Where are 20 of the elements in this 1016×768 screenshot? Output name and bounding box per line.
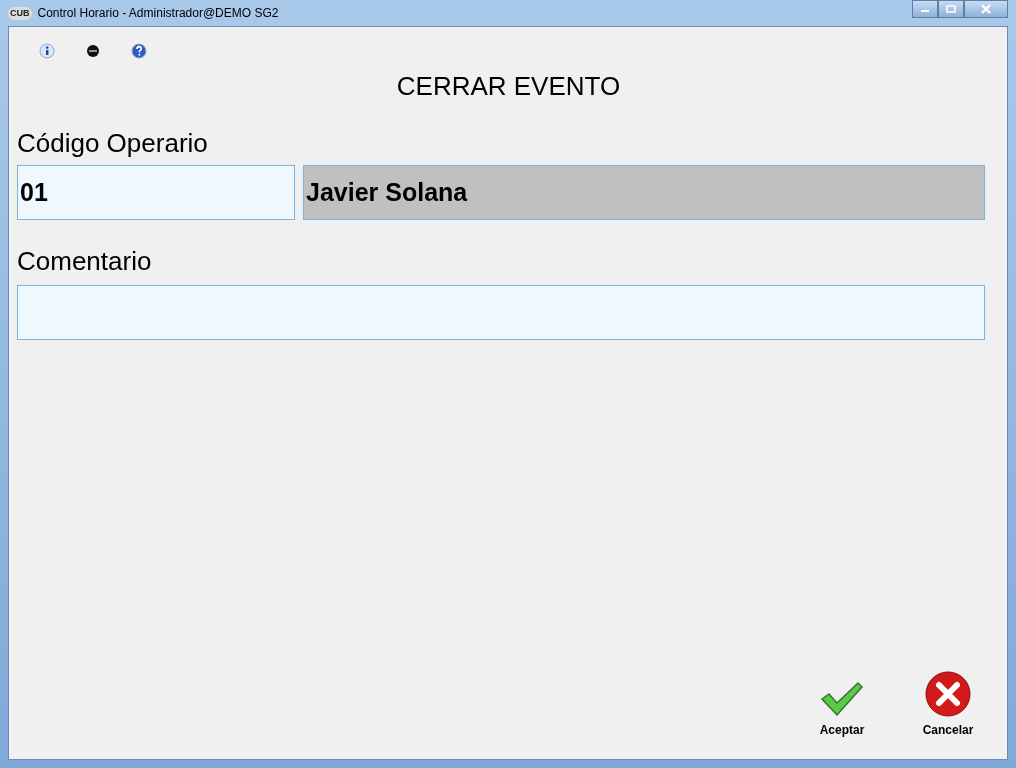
minimize-button[interactable] (912, 0, 938, 18)
action-button[interactable]: Aceptar (809, 671, 875, 737)
comment-field[interactable] (17, 285, 985, 340)
field-label: Comentario (17, 246, 153, 277)
info-icon[interactable] (39, 43, 55, 59)
checkmark-icon (820, 681, 864, 717)
action-button[interactable]: Cancelar (915, 671, 981, 737)
maximize-button[interactable] (938, 0, 964, 18)
stop-icon[interactable] (85, 43, 101, 59)
help-icon[interactable] (131, 43, 147, 59)
close-button[interactable] (964, 0, 1008, 18)
maximize-icon (946, 5, 956, 13)
window-title: Control Horario - Administrador@DEMO SG2 (37, 6, 280, 20)
operator-code-field[interactable]: 01 (17, 165, 295, 220)
cancel-icon (925, 671, 971, 717)
form-heading: CERRAR EVENTO (395, 71, 622, 102)
app-icon: CUB (8, 6, 32, 20)
operator-name-field[interactable]: Javier Solana (303, 165, 985, 220)
close-icon (980, 4, 992, 14)
field-label: Código Operario (17, 128, 209, 159)
